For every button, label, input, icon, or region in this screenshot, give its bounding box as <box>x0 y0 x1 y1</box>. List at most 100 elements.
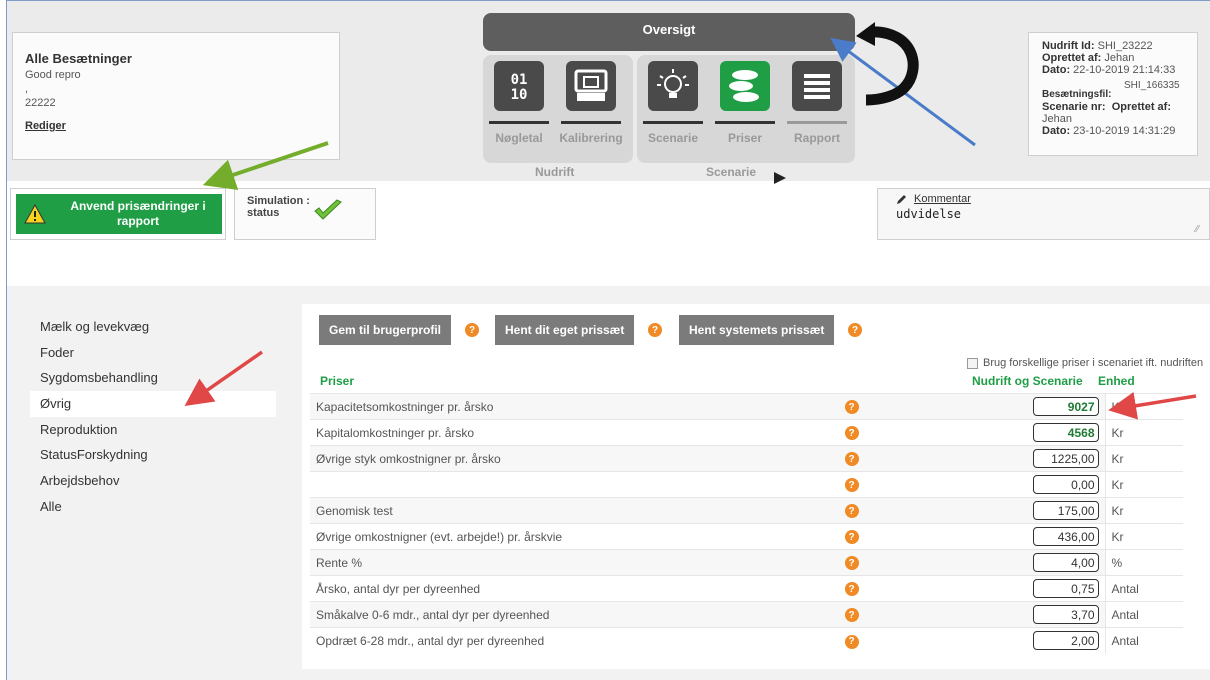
help-cell: ? <box>824 497 879 524</box>
nav-item-reproduktion[interactable]: Reproduktion <box>30 417 276 443</box>
unit-cell: Kr <box>1104 419 1183 446</box>
help-cell: ? <box>824 523 879 550</box>
value-cell: 4568 <box>879 419 1105 446</box>
scenario-created-label: Oprettet af: <box>1111 101 1171 113</box>
price-label: Kapitalomkostninger pr. årsko <box>310 419 824 446</box>
value-cell: 4,00 <box>879 549 1105 576</box>
help-icon[interactable]: ? <box>844 556 859 571</box>
group-label-scenarie: Scenarie <box>706 165 757 179</box>
price-input[interactable]: 175,00 <box>1032 501 1099 520</box>
comment-box: Kommentar udvidelse ⁄⁄ <box>877 188 1210 240</box>
apply-button-text: Anvend prisændringer i rapport <box>54 199 222 229</box>
warning-icon <box>24 204 46 224</box>
herd-info-box: Alle Besætninger Good repro , 22222 Redi… <box>12 32 340 160</box>
prices-panel: Gem til brugerprofil ? Hent dit eget pri… <box>302 304 1210 669</box>
scenarie-group: Scenarie Priser Rapport <box>637 55 855 184</box>
herd-comma: , <box>25 83 29 95</box>
arrow-right-icon <box>774 172 786 184</box>
unit-cell: Antal <box>1104 575 1183 602</box>
help-cell: ? <box>824 549 879 576</box>
price-input[interactable]: 1225,00 <box>1032 449 1099 468</box>
help-icon[interactable]: ? <box>465 323 479 337</box>
date-label: Dato: <box>1042 64 1071 76</box>
nav-item-alle[interactable]: Alle <box>30 494 276 520</box>
nav-item-oevrig[interactable]: Øvrig <box>30 391 276 417</box>
resize-handle-icon[interactable]: ⁄⁄ <box>1196 224 1199 235</box>
help-icon[interactable]: ? <box>648 323 662 337</box>
nudrift-group: 01 10 Nøgletal Kalibrering <box>483 55 633 163</box>
price-label: Øvrige styk omkostnigner pr. årsko <box>310 445 824 472</box>
help-icon[interactable]: ? <box>844 478 859 493</box>
help-icon[interactable]: ? <box>844 530 859 545</box>
apply-label-line2: rapport <box>117 214 159 228</box>
table-row: Kapacitetsomkostninger pr. årsko? 9027 Kr <box>310 393 1183 420</box>
pencil-icon <box>897 195 906 204</box>
help-icon[interactable]: ? <box>844 634 859 649</box>
nav-item-statusforskydning[interactable]: StatusForskydning <box>30 442 276 468</box>
load-own-prices-button[interactable]: Hent dit eget prissæt <box>495 315 635 345</box>
table-row: Opdræt 6-28 mdr., antal dyr per dyreenhe… <box>310 627 1183 654</box>
price-input[interactable]: 3,70 <box>1032 605 1099 624</box>
step-scenarie[interactable]: Scenarie <box>641 61 705 145</box>
help-icon[interactable]: ? <box>844 608 859 623</box>
step-label: Kalibrering <box>559 131 623 145</box>
price-input[interactable]: 4,00 <box>1032 553 1099 572</box>
price-input[interactable]: 0,00 <box>1032 475 1099 494</box>
comment-link[interactable]: Kommentar <box>896 193 1191 205</box>
different-prices-label: Brug forskellige priser i scenariet ift.… <box>983 357 1204 369</box>
nav-item-foder[interactable]: Foder <box>30 340 276 366</box>
overview-button[interactable]: Oversigt <box>483 13 855 51</box>
value-cell: 0,75 <box>879 575 1105 602</box>
step-noegletal[interactable]: 01 10 Nøgletal <box>487 61 551 145</box>
monitor-icon <box>566 61 616 111</box>
apply-box: Anvend prisændringer i rapport <box>10 188 226 240</box>
scenario-label: Scenarie nr: <box>1042 101 1106 113</box>
save-profile-button[interactable]: Gem til brugerprofil <box>319 315 452 345</box>
apply-price-changes-button[interactable]: Anvend prisændringer i rapport <box>16 194 222 234</box>
price-input[interactable]: 4568 <box>1032 423 1099 442</box>
price-input[interactable]: 2,00 <box>1032 631 1099 651</box>
col-header-values: Nudrift og Scenarie <box>972 374 1083 388</box>
price-input[interactable]: 0,75 <box>1032 579 1099 598</box>
load-system-prices-button[interactable]: Hent systemets prissæt <box>679 315 835 345</box>
price-label: Opdræt 6-28 mdr., antal dyr per dyreenhe… <box>310 627 824 654</box>
binary-icon: 01 10 <box>494 61 544 111</box>
help-icon[interactable]: ? <box>844 426 859 441</box>
step-rapport[interactable]: Rapport <box>785 61 849 145</box>
nav-item-maelk[interactable]: Mælk og levekvæg <box>30 314 276 340</box>
step-label: Nøgletal <box>495 131 543 145</box>
price-input[interactable]: 436,00 <box>1032 527 1099 546</box>
group-label-nudrift: Nudrift <box>535 165 575 179</box>
scenario-date-label: Dato: <box>1042 125 1071 137</box>
category-nav: Mælk og levekvæg Foder Sygdomsbehandling… <box>30 314 276 520</box>
scenario-info-box: Nudrift Id: SHI_23222 Oprettet af: Jehan… <box>1028 32 1198 156</box>
unit-cell: Antal <box>1104 627 1183 654</box>
edit-herd-link[interactable]: Rediger <box>25 120 66 132</box>
help-icon[interactable]: ? <box>844 582 859 597</box>
table-row: ? 0,00 Kr <box>310 471 1183 498</box>
table-row: Småkalve 0-6 mdr., antal dyr per dyreenh… <box>310 601 1183 628</box>
help-icon[interactable]: ? <box>844 400 859 415</box>
nudrift-id-label: Nudrift Id: <box>1042 40 1095 52</box>
help-icon[interactable]: ? <box>844 452 859 467</box>
different-prices-checkbox[interactable] <box>967 357 978 369</box>
price-input[interactable]: 9027 <box>1032 397 1099 416</box>
date: 22-10-2019 21:14:33 <box>1073 64 1176 76</box>
herd-number: 22222 <box>25 97 56 109</box>
apply-label-line1: Anvend prisændringer i <box>70 199 206 213</box>
scenario-date: 23-10-2019 14:31:29 <box>1073 125 1176 137</box>
price-label: Småkalve 0-6 mdr., antal dyr per dyreenh… <box>310 601 824 628</box>
help-icon[interactable]: ? <box>844 504 859 519</box>
nav-item-arbejdsbehov[interactable]: Arbejdsbehov <box>30 468 276 494</box>
help-cell: ? <box>824 601 879 628</box>
col-header-prices: Priser <box>320 374 355 388</box>
comment-textarea[interactable]: udvidelse <box>896 207 1191 221</box>
step-priser[interactable]: Priser <box>713 61 777 145</box>
help-icon[interactable]: ? <box>848 323 862 337</box>
step-label: Rapport <box>794 131 840 145</box>
step-kalibrering[interactable]: Kalibrering <box>559 61 623 145</box>
unit-cell: Antal <box>1104 601 1183 628</box>
nav-item-sygdomsbehandling[interactable]: Sygdomsbehandling <box>30 365 276 391</box>
table-row: Rente %? 4,00% <box>310 549 1183 576</box>
created-by-label: Oprettet af: <box>1042 52 1102 64</box>
